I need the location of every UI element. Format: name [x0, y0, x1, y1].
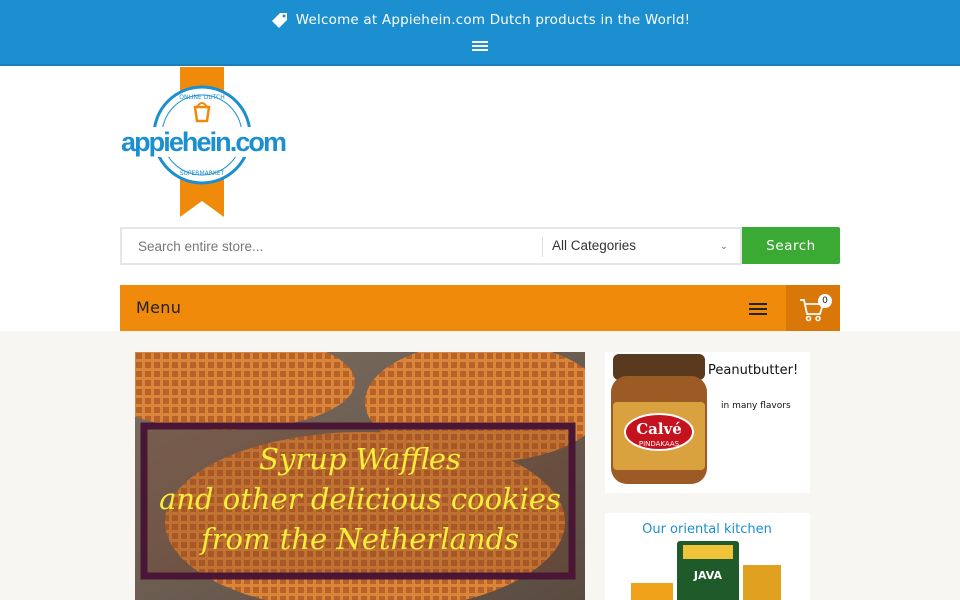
site-logo[interactable]: ONLINE DUTCH SUPERMARKET appiehein.com: [120, 67, 290, 217]
category-select[interactable]: All Categories ⌄: [542, 227, 742, 265]
menu-bar: Menu 0: [120, 285, 840, 331]
menu-toggle-icon[interactable]: [749, 303, 767, 315]
main-banner[interactable]: Syrup Waffles and other delicious cookie…: [135, 352, 585, 600]
cart-button[interactable]: 0: [786, 285, 840, 331]
menu-label[interactable]: Menu: [136, 298, 181, 317]
banner-image: Syrup Waffles and other delicious cookie…: [135, 352, 585, 600]
promo-oriental-title: Our oriental kitchen: [642, 522, 772, 537]
cart-icon: [800, 299, 824, 322]
jar-brand: Calvé: [636, 420, 682, 438]
search-input[interactable]: Search entire store...: [120, 227, 542, 265]
logo-ring-top: ONLINE DUTCH: [179, 94, 225, 101]
header: ONLINE DUTCH SUPERMARKET appiehein.com S…: [0, 66, 960, 331]
top-menu-icon[interactable]: [472, 41, 488, 53]
category-value: All Categories: [552, 238, 637, 253]
logo-ring-bottom: SUPERMARKET: [180, 170, 225, 177]
oriental-kitchen-image: Our oriental kitchen JAVA: [605, 513, 810, 600]
banner-line-2: and other delicious cookies: [159, 482, 561, 516]
pack-label: JAVA: [693, 569, 723, 582]
peanutbutter-image: Calvé PINDAKAAS Peanutbutter! in many fl…: [605, 352, 810, 493]
cart-count-badge: 0: [818, 294, 832, 308]
welcome-text: Welcome at Appiehein.com Dutch products …: [295, 12, 691, 28]
promo-peanutbutter[interactable]: Calvé PINDAKAAS Peanutbutter! in many fl…: [605, 352, 810, 493]
search-divider: [542, 237, 543, 257]
promo-peanut-subtitle: in many flavors: [721, 401, 791, 411]
logo-graphic: ONLINE DUTCH SUPERMARKET appiehein.com: [120, 67, 288, 217]
search-placeholder: Search entire store...: [138, 238, 264, 254]
tag-icon: [271, 13, 287, 28]
search-bar: Search entire store... All Categories ⌄ …: [120, 227, 840, 265]
welcome-message: Welcome at Appiehein.com Dutch products …: [0, 10, 960, 30]
chevron-down-icon: ⌄: [719, 241, 728, 252]
banner-line-3: from the Netherlands: [199, 522, 519, 556]
search-button[interactable]: Search: [742, 227, 840, 264]
logo-text: appiehein.com: [121, 127, 287, 157]
promo-peanut-title: Peanutbutter!: [708, 363, 798, 378]
promo-oriental-kitchen[interactable]: Our oriental kitchen JAVA: [605, 513, 810, 600]
jar-product: PINDAKAAS: [639, 440, 680, 448]
banner-line-1: Syrup Waffles: [259, 442, 461, 476]
top-bar: Welcome at Appiehein.com Dutch products …: [0, 0, 960, 66]
